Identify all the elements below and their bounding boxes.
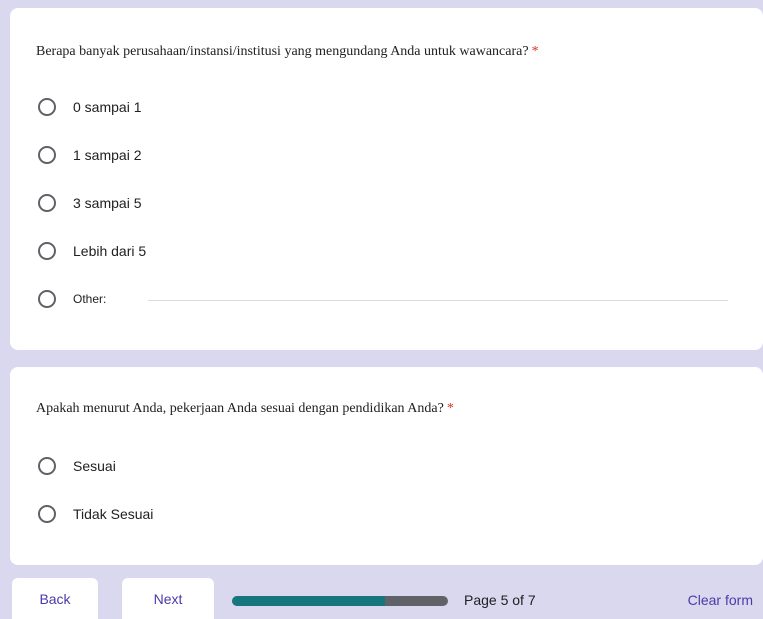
required-asterisk: * [531,44,539,59]
option-3-sampai-5[interactable]: 3 sampai 5 [38,192,141,214]
option-0-sampai-1[interactable]: 0 sampai 1 [38,96,141,118]
option-label: 0 sampai 1 [73,99,142,115]
option-label: Sesuai [73,458,116,474]
question-text: Apakah menurut Anda, pekerjaan Anda sesu… [36,401,444,416]
option-sesuai[interactable]: Sesuai [38,455,116,477]
question-title: Berapa banyak perusahaan/instansi/instit… [36,44,539,60]
progress-bar-fill [232,596,386,606]
option-label: 1 sampai 2 [73,147,142,163]
option-other[interactable]: Other: [38,288,106,310]
radio-button-icon[interactable] [38,146,56,164]
back-button[interactable]: Back [12,578,98,619]
next-button[interactable]: Next [122,578,214,619]
radio-button-icon[interactable] [38,194,56,212]
question-text: Berapa banyak perusahaan/instansi/instit… [36,44,529,59]
question-title: Apakah menurut Anda, pekerjaan Anda sesu… [36,401,454,417]
form-navigation: Back Next Page 5 of 7 Clear form [0,578,763,619]
page-indicator: Page 5 of 7 [464,592,536,608]
option-1-sampai-2[interactable]: 1 sampai 2 [38,144,141,166]
radio-button-icon[interactable] [38,457,56,475]
option-lebih-dari-5[interactable]: Lebih dari 5 [38,240,146,262]
progress-bar [232,596,448,606]
other-text-input[interactable] [148,300,728,301]
option-tidak-sesuai[interactable]: Tidak Sesuai [38,503,153,525]
option-label: 3 sampai 5 [73,195,142,211]
radio-button-icon[interactable] [38,242,56,260]
radio-button-icon[interactable] [38,290,56,308]
option-label: Lebih dari 5 [73,243,147,259]
option-label: Tidak Sesuai [73,506,154,522]
radio-button-icon[interactable] [38,505,56,523]
question-card-interview-count: Berapa banyak perusahaan/instansi/instit… [10,8,763,350]
radio-button-icon[interactable] [38,98,56,116]
question-card-job-education-match: Apakah menurut Anda, pekerjaan Anda sesu… [10,367,763,565]
required-asterisk: * [446,401,454,416]
other-label: Other: [73,292,107,306]
clear-form-button[interactable]: Clear form [688,592,753,608]
